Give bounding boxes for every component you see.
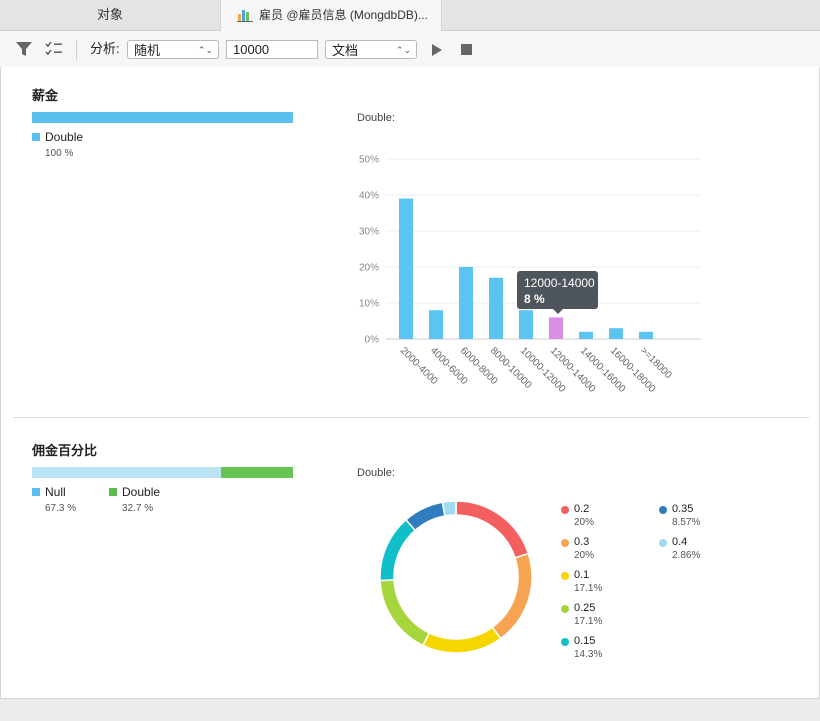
chevron-updown-icon: ⌃⌄ — [197, 45, 213, 55]
commission-type-pct-double: 32.7 % — [122, 503, 154, 514]
legend-percentage: 20% — [574, 517, 595, 528]
histogram-bar[interactable] — [399, 198, 413, 339]
legend-dot — [561, 638, 569, 646]
analysis-mode-select[interactable]: 文档 ⌃⌄ — [325, 40, 417, 59]
analysis-mode-value: 文档 — [332, 43, 359, 58]
sampling-method-select[interactable]: 随机 ⌃⌄ — [127, 40, 219, 59]
donut-legend: 0.2 20% 0.3 20% 0.1 17.1% 0.25 17.1% 0.15 14.3% 0.… — [561, 503, 761, 673]
y-tick-label: 50% — [359, 155, 379, 166]
salary-chart-caption: Double: — [357, 112, 395, 124]
stop-icon[interactable] — [461, 44, 472, 55]
histogram-bar[interactable] — [429, 310, 443, 339]
legend-percentage: 14.3% — [574, 649, 603, 660]
filter-icon[interactable] — [15, 40, 33, 58]
donut-slice[interactable] — [379, 518, 417, 582]
play-icon[interactable] — [432, 44, 442, 56]
donut-slice[interactable] — [491, 552, 533, 640]
donut-slice[interactable] — [441, 500, 457, 517]
status-bar — [0, 698, 820, 721]
commission-double-bar — [221, 467, 293, 478]
legend-percentage: 17.1% — [574, 583, 603, 594]
legend-dot — [561, 506, 569, 514]
donut-slice[interactable] — [404, 501, 446, 532]
tooltip-arrow — [553, 309, 563, 314]
y-tick-label: 10% — [359, 299, 379, 310]
legend-swatch-double — [109, 488, 117, 496]
commission-type-pct-null: 67.3 % — [45, 503, 77, 514]
tab-objects[interactable]: 对象 — [0, 0, 220, 30]
donut-slice[interactable] — [379, 579, 431, 647]
histogram-bar[interactable] — [519, 310, 533, 339]
legend-percentage: 2.86% — [672, 550, 701, 561]
legend-dot — [561, 572, 569, 580]
toolbar-separator — [76, 40, 77, 60]
salary-type-bar — [32, 112, 293, 123]
analysis-content: 薪金 Double 100 % Double: 0% 10% 20% 30% 40% 50… — [0, 67, 820, 698]
legend-value-label: 0.25 — [574, 602, 596, 614]
tooltip-value: 8 % — [524, 292, 545, 306]
chart-tooltip: 12000-14000 8 % — [517, 271, 598, 314]
commission-type-name-null: Null — [45, 485, 66, 499]
legend-value-label: 0.2 — [574, 503, 590, 515]
toolbar: 分析: 随机 ⌃⌄ 10000 文档 ⌃⌄ — [0, 31, 820, 68]
y-tick-label: 0% — [365, 335, 380, 346]
tab-employee-analysis[interactable]: 雇员 @雇员信息 (MongdbDB)... — [220, 0, 442, 31]
histogram-bar[interactable] — [579, 331, 593, 339]
histogram-bar[interactable] — [609, 328, 623, 339]
legend-dot — [561, 605, 569, 613]
legend-dot — [659, 506, 667, 514]
commission-donut-chart — [379, 500, 533, 654]
histogram-bar[interactable] — [549, 317, 563, 339]
y-tick-label: 40% — [359, 191, 379, 202]
legend-swatch-double — [32, 133, 40, 141]
legend-value-label: 0.35 — [672, 503, 694, 515]
commission-field-title: 佣金百分比 — [32, 443, 98, 458]
legend-value-label: 0.15 — [574, 635, 596, 647]
commission-chart-caption: Double: — [357, 467, 395, 479]
y-tick-label: 30% — [359, 227, 379, 238]
commission-type-name-double: Double — [122, 485, 161, 499]
legend-dot — [659, 539, 667, 547]
bar-chart-icon — [237, 10, 253, 22]
chevron-updown-icon: ⌃⌄ — [395, 45, 411, 55]
commission-null-bar — [32, 467, 221, 478]
legend-dot — [561, 539, 569, 547]
salary-type-name: Double — [45, 130, 84, 144]
histogram-bar[interactable] — [489, 277, 503, 339]
legend-percentage: 17.1% — [574, 616, 603, 627]
legend-value-label: 0.4 — [672, 536, 688, 548]
sample-size-input[interactable]: 10000 — [226, 40, 318, 59]
tab-bar: 对象 雇员 @雇员信息 (MongdbDB)... — [0, 0, 820, 31]
donut-slice[interactable] — [455, 500, 530, 559]
donut-slice[interactable] — [422, 626, 502, 654]
salary-type-pct: 100 % — [45, 148, 74, 159]
tooltip-label: 12000-14000 — [524, 276, 595, 290]
salary-field-title: 薪金 — [32, 88, 59, 103]
field-list-icon[interactable] — [45, 40, 63, 58]
legend-percentage: 8.57% — [672, 517, 701, 528]
histogram-bar[interactable] — [639, 331, 653, 339]
y-tick-label: 20% — [359, 263, 379, 274]
analyze-label: 分析: — [90, 41, 120, 56]
legend-value-label: 0.1 — [574, 569, 590, 581]
section-divider — [13, 417, 809, 418]
histogram-bar[interactable] — [459, 267, 473, 339]
tab-employee-analysis-label: 雇员 @雇员信息 (MongdbDB)... — [259, 8, 428, 22]
legend-value-label: 0.3 — [574, 536, 590, 548]
sampling-method-value: 随机 — [134, 43, 161, 58]
legend-swatch-null — [32, 488, 40, 496]
legend-percentage: 20% — [574, 550, 595, 561]
